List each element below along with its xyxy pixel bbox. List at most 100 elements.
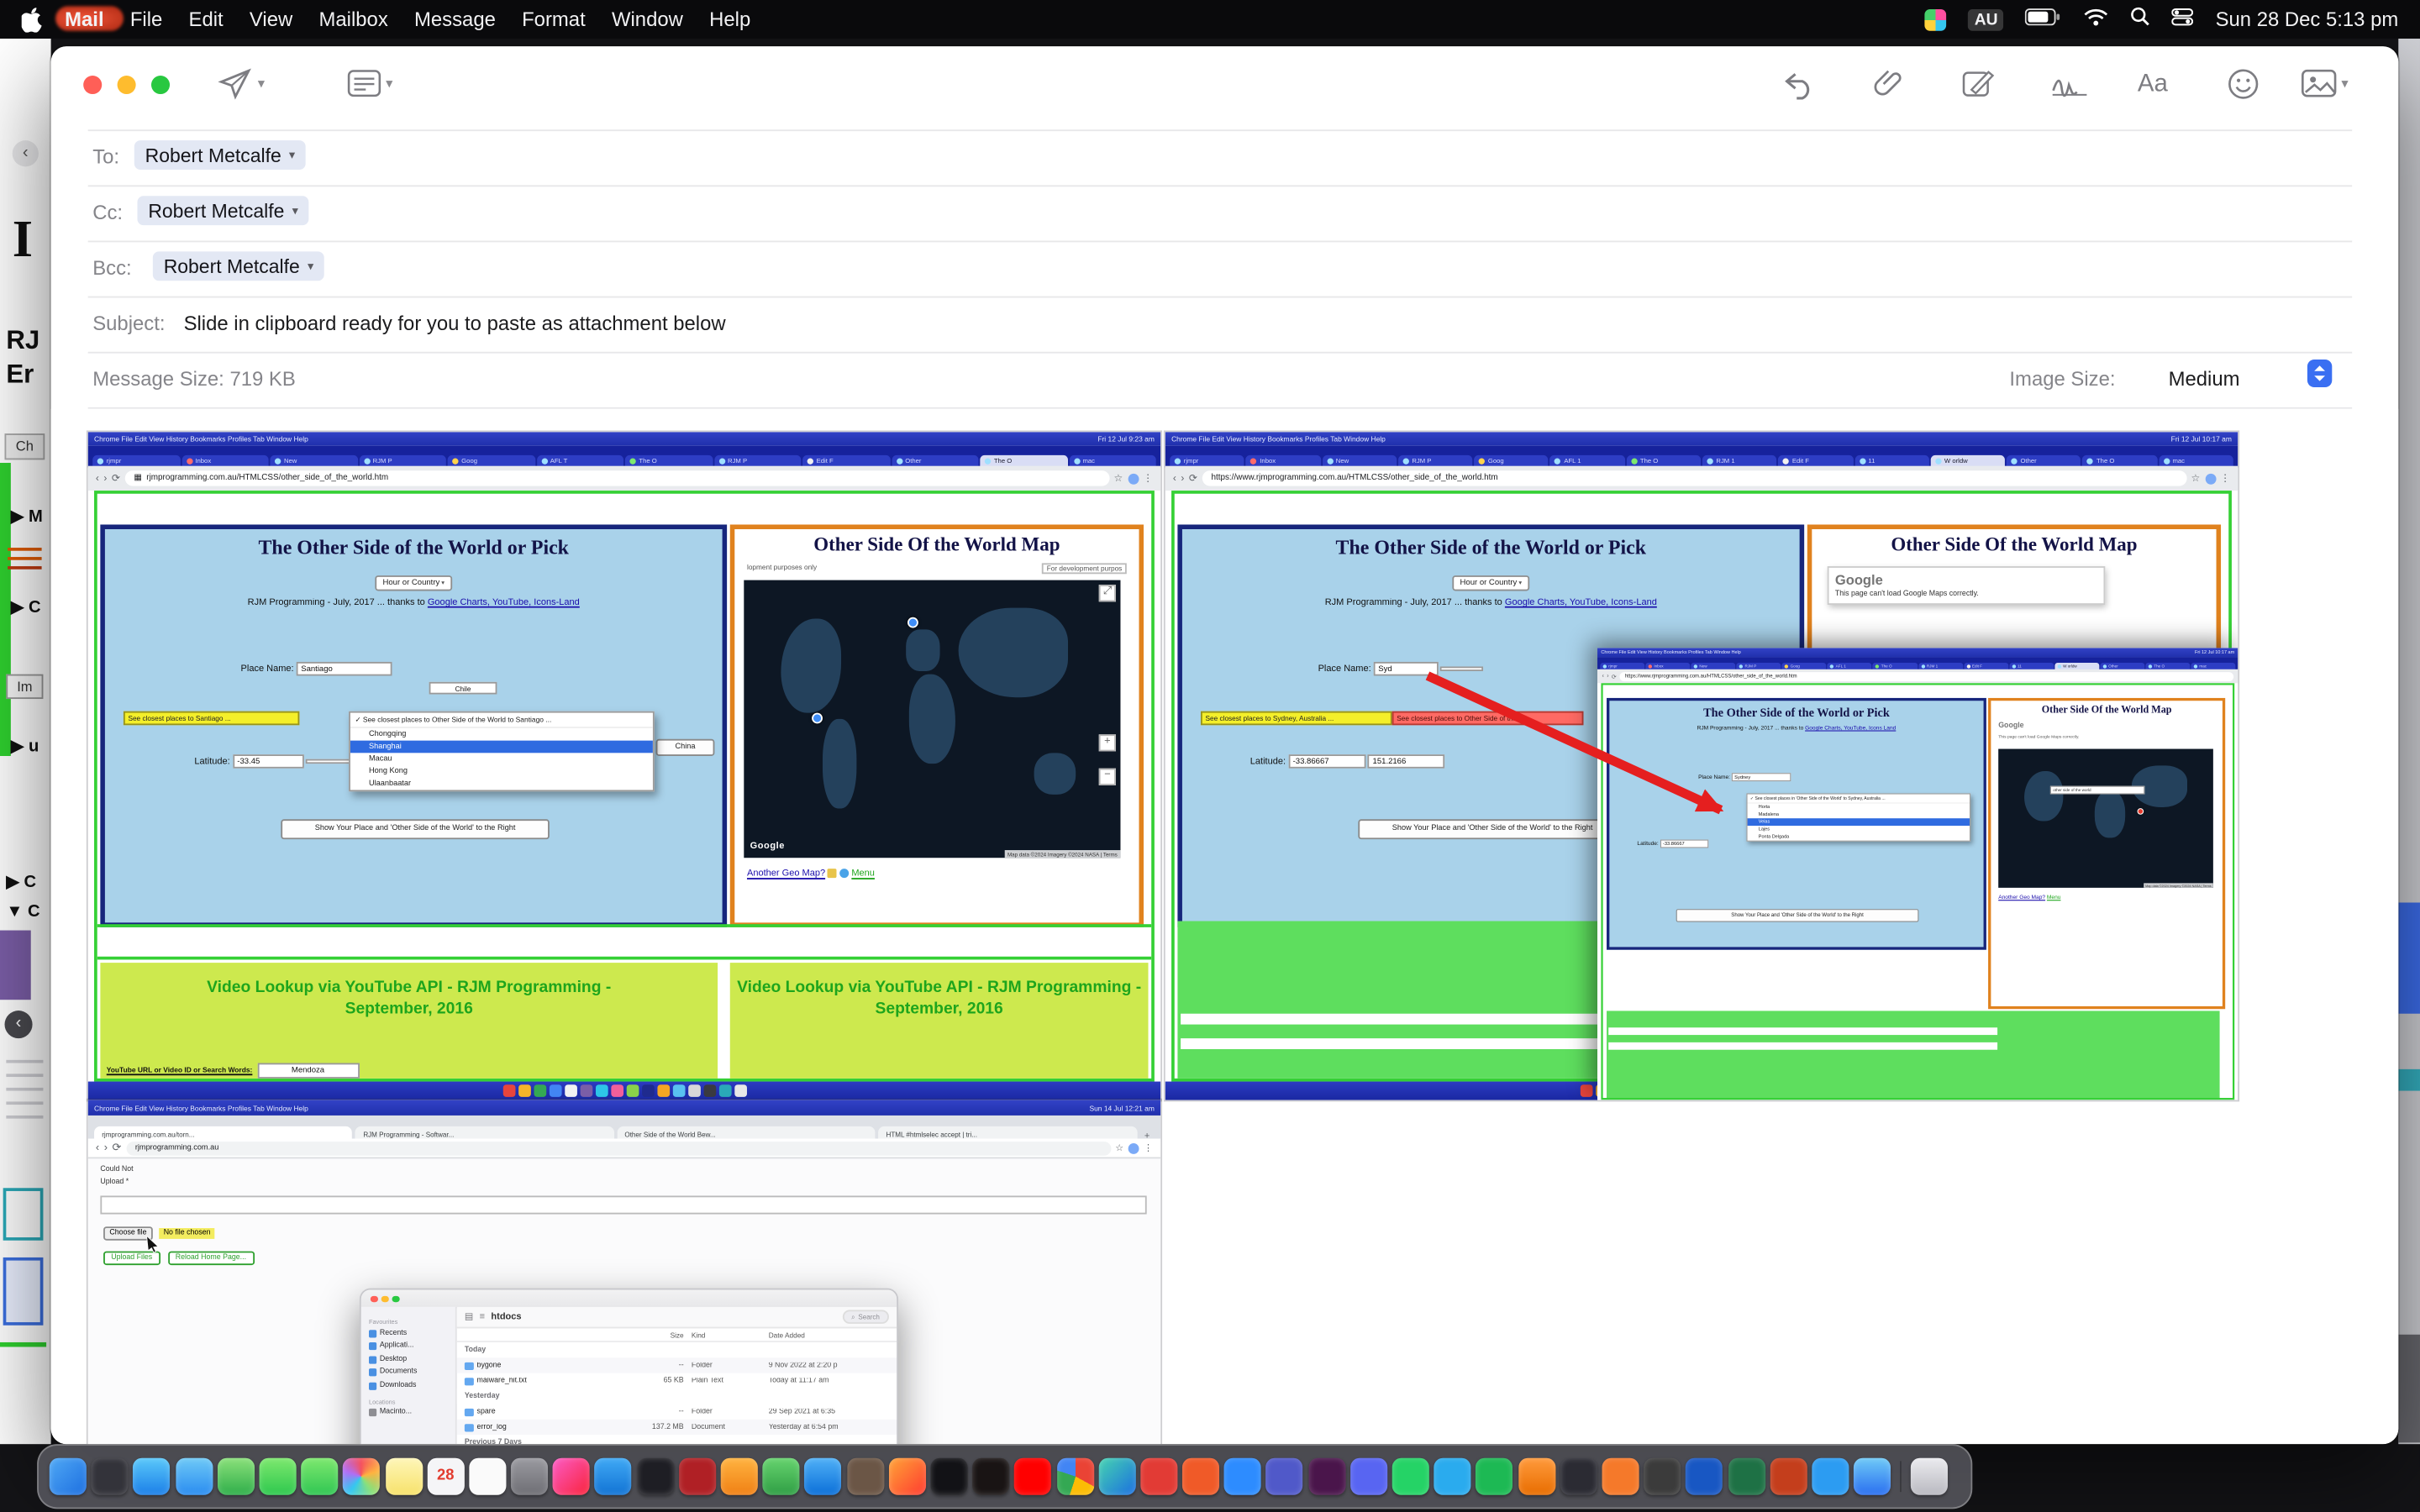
chevron-down-icon[interactable]: ▾ xyxy=(258,75,265,92)
dock-app-calendar[interactable]: 28 xyxy=(427,1458,464,1495)
s2-url-bar: ‹ › ⟳ https://www.rjmprogramming.com.au/… xyxy=(1165,466,2238,491)
dock-app-appstore[interactable] xyxy=(595,1458,632,1495)
menu-item[interactable]: Message xyxy=(414,8,496,31)
close-button[interactable] xyxy=(83,76,102,94)
attachment-screenshot-1[interactable]: Chrome File Edit View History Bookmarks … xyxy=(88,432,1161,1100)
menu-item[interactable]: View xyxy=(250,8,292,31)
dock-app-music[interactable] xyxy=(553,1458,590,1495)
battery-icon[interactable] xyxy=(2026,5,2063,33)
forward-icon: › xyxy=(1181,473,1184,484)
finder-row-error_log: error_log137.2 MB DocumentYesterday at 6… xyxy=(457,1420,897,1435)
dock-app-maps[interactable] xyxy=(218,1458,255,1495)
dock-app-netflix[interactable] xyxy=(972,1458,1009,1495)
s2-captured-menu-bar: Chrome File Edit View History Bookmarks … xyxy=(1165,432,2238,446)
wifi-icon[interactable] xyxy=(2084,5,2108,33)
dock-app-facetime[interactable] xyxy=(301,1458,338,1495)
emoji-button[interactable] xyxy=(2227,68,2260,101)
recipient-name: Robert Metcalfe xyxy=(145,144,281,166)
dock-app-youtube[interactable] xyxy=(1014,1458,1051,1495)
format-button[interactable]: Aa xyxy=(2138,71,2168,98)
menu-bar-clock[interactable]: Sun 28 Dec 5:13 pm xyxy=(2216,8,2399,31)
dock-app-mail[interactable] xyxy=(176,1458,213,1495)
zoom-button[interactable] xyxy=(151,76,170,94)
dock-app-powerpoint[interactable] xyxy=(1770,1458,1807,1495)
dock-app-spotify[interactable] xyxy=(1476,1458,1513,1495)
dock-app-vlc[interactable] xyxy=(1518,1458,1555,1495)
dock-app-telegram[interactable] xyxy=(1434,1458,1471,1495)
dock-app-edge[interactable] xyxy=(1098,1458,1135,1495)
dock-app-finder[interactable] xyxy=(50,1458,87,1495)
dock-app-teams[interactable] xyxy=(1266,1458,1303,1495)
dock-app-gimp[interactable] xyxy=(847,1458,884,1495)
dock-app-blender[interactable] xyxy=(1602,1458,1639,1495)
dock-app-whatsapp[interactable] xyxy=(1392,1458,1429,1495)
dock-app-inkscape[interactable] xyxy=(1644,1458,1681,1495)
dock-app-slack[interactable] xyxy=(1308,1458,1345,1495)
menu-item[interactable]: Edit xyxy=(189,8,224,31)
dock-app-filezilla[interactable] xyxy=(679,1458,716,1495)
dock-app-opera[interactable] xyxy=(1140,1458,1177,1495)
minimize-button[interactable] xyxy=(118,76,136,94)
dock-app-obs[interactable] xyxy=(1560,1458,1597,1495)
menu-item[interactable]: Mailbox xyxy=(318,8,387,31)
dock-app-terminal[interactable] xyxy=(637,1458,674,1495)
dock-app-word[interactable] xyxy=(1686,1458,1723,1495)
bcc-recipient-token[interactable]: Robert Metcalfe▾ xyxy=(153,251,324,281)
to-recipient-token[interactable]: Robert Metcalfe▾ xyxy=(134,140,306,170)
dock-app-numbers[interactable] xyxy=(763,1458,800,1495)
menu-item[interactable]: Format xyxy=(522,8,586,31)
attachment-screenshot-3[interactable]: Chrome File Edit View History Bookmarks … xyxy=(88,1100,1161,1445)
background-arrow: ▶ M xyxy=(11,506,43,526)
dock-app-vscode[interactable] xyxy=(1812,1458,1849,1495)
image-size-value[interactable]: Medium xyxy=(2169,367,2240,391)
message-body[interactable]: Chrome File Edit View History Bookmarks … xyxy=(51,409,2399,1444)
menu-item[interactable]: Help xyxy=(709,8,750,31)
attach-button[interactable] xyxy=(1872,66,1905,100)
input-source-badge[interactable]: AU xyxy=(1968,8,2004,30)
cc-recipient-token[interactable]: Robert Metcalfe▾ xyxy=(137,196,308,225)
image-size-stepper[interactable] xyxy=(2307,360,2332,387)
s3-url-bar: ‹ › ⟳ rjmprogramming.com.au ☆ ⋮ xyxy=(88,1139,1161,1159)
dock-app-notes[interactable] xyxy=(385,1458,422,1495)
header-fields-button[interactable]: ▾ xyxy=(347,70,392,97)
dock-app-settings[interactable] xyxy=(511,1458,548,1495)
dock-app-xcode[interactable] xyxy=(1854,1458,1891,1495)
dock-app-trash[interactable] xyxy=(1911,1458,1948,1495)
subject-field[interactable]: Slide in clipboard ready for you to past… xyxy=(184,312,726,335)
dock-app-firefox[interactable] xyxy=(888,1458,925,1495)
background-letter: I xyxy=(13,212,33,270)
dock-app-safari[interactable] xyxy=(134,1458,171,1495)
dock-app-launchpad[interactable] xyxy=(92,1458,129,1495)
s1-open-dropdown: ✓ See closest places to Other Side of th… xyxy=(349,711,655,792)
dock-app-messages[interactable] xyxy=(259,1458,296,1495)
menu-item[interactable]: File xyxy=(130,8,162,31)
dock-app-discord[interactable] xyxy=(1350,1458,1387,1495)
input-app-icon[interactable] xyxy=(1925,8,1947,30)
to-label: To: xyxy=(92,145,119,169)
dock-app-pages[interactable] xyxy=(721,1458,758,1495)
dock-app-reminders[interactable] xyxy=(469,1458,506,1495)
dock-app-brave[interactable] xyxy=(1182,1458,1219,1495)
background-circle-button: ‹ xyxy=(5,1011,33,1038)
dock-app-photos[interactable] xyxy=(343,1458,380,1495)
attachment-screenshot-2[interactable]: Chrome File Edit View History Bookmarks … xyxy=(1165,432,2238,1100)
menu-bar: Mail File Edit View Mailbox Message Format Wind… xyxy=(0,0,2420,39)
disk-icon xyxy=(369,1409,376,1416)
dock-app-keynote[interactable] xyxy=(805,1458,842,1495)
chevron-down-icon[interactable]: ▾ xyxy=(2341,75,2348,92)
signature-button[interactable] xyxy=(2051,72,2088,97)
spotlight-icon[interactable] xyxy=(2131,5,2151,33)
menu-item[interactable]: Mail xyxy=(65,8,103,31)
dock-app-zoom[interactable] xyxy=(1224,1458,1261,1495)
markup-button[interactable] xyxy=(1961,68,1995,101)
dock-app-excel[interactable] xyxy=(1728,1458,1765,1495)
control-center-icon[interactable] xyxy=(2172,5,2194,33)
dock-app-chrome[interactable] xyxy=(1056,1458,1093,1495)
photo-browser-button[interactable]: ▾ xyxy=(2302,68,2349,99)
dock-app-tv[interactable] xyxy=(930,1458,967,1495)
menu-item[interactable]: Window xyxy=(612,8,683,31)
send-button[interactable]: ▾ xyxy=(218,66,265,100)
apple-icon[interactable] xyxy=(22,7,44,31)
undo-button[interactable] xyxy=(1782,68,1816,101)
chevron-down-icon[interactable]: ▾ xyxy=(386,75,392,92)
